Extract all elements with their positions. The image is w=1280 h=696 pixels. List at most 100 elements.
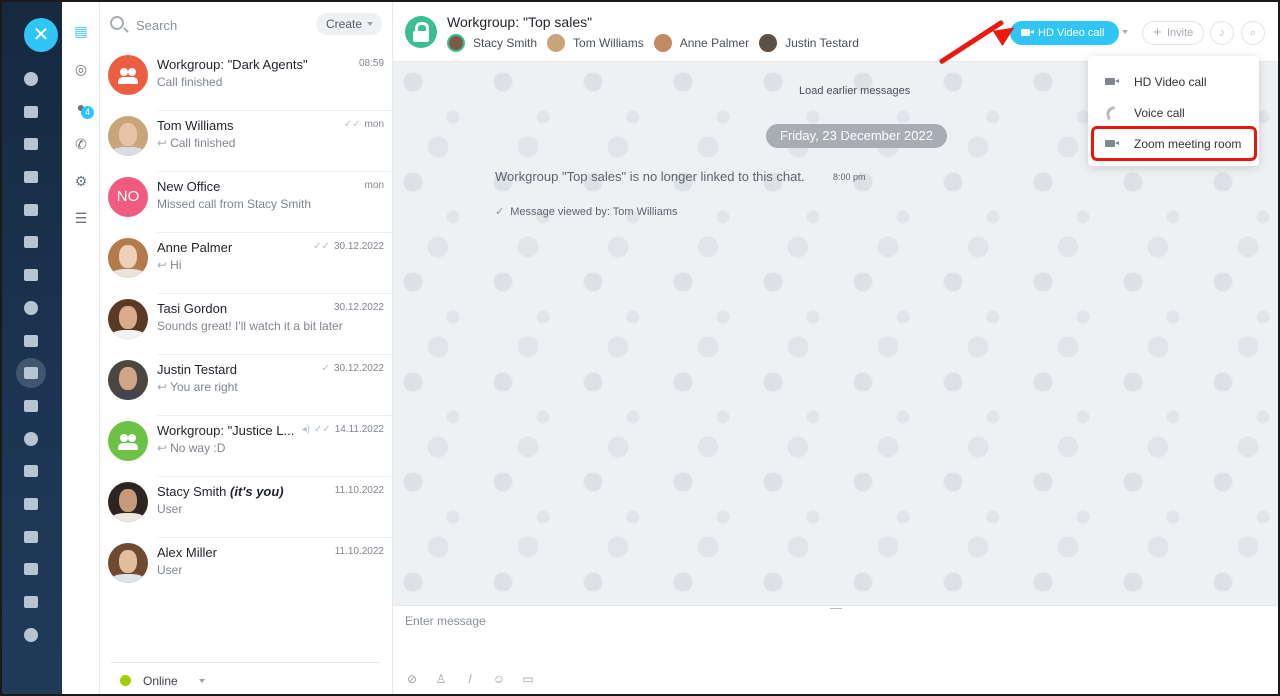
close-icon[interactable]: ✕: [24, 18, 58, 52]
list-item[interactable]: NO New Office Missed call from Stacy Smi…: [100, 172, 393, 233]
list-item[interactable]: Anne Palmer ↩ Hi ✓✓ 30.12.2022: [100, 233, 393, 294]
item-message: ↩ Hi: [157, 258, 182, 272]
chat-list-icon[interactable]: ☰: [72, 209, 90, 227]
item-name: Stacy Smith (it's you): [157, 484, 284, 499]
chat-icon[interactable]: [16, 129, 46, 159]
search-messages-icon[interactable]: ⌕: [1241, 21, 1265, 45]
list-item[interactable]: Tom Williams ↩ Call finished ✓✓ mon: [100, 111, 393, 172]
openlines-icon[interactable]: ◎: [72, 60, 90, 78]
contact-card-icon[interactable]: [16, 522, 46, 552]
read-check-icon: ✓✓: [343, 119, 361, 130]
employees-icon[interactable]: [16, 293, 46, 323]
read-check-icon: ✓✓: [313, 424, 331, 435]
reply-icon: ↩: [157, 441, 168, 455]
chat-header: Workgroup: "Top sales" Stacy Smith Tom W…: [393, 2, 1278, 62]
reply-icon: ↩: [157, 380, 168, 394]
member-list: Stacy Smith Tom Williams Anne Palmer Jus…: [447, 33, 869, 53]
robot-icon[interactable]: [16, 554, 46, 584]
item-message: Missed call from Stacy Smith: [157, 197, 312, 211]
list-item[interactable]: Stacy Smith (it's you) User 11.10.2022: [100, 477, 393, 538]
online-status-icon: [120, 675, 131, 686]
activity-icon[interactable]: [16, 64, 46, 94]
item-message: ↩ No way :D: [157, 441, 226, 455]
group-avatar: [108, 421, 148, 461]
feed-icon[interactable]: [16, 97, 46, 127]
calendar-icon[interactable]: [16, 162, 46, 192]
load-earlier-link[interactable]: Load earlier messages: [799, 85, 910, 97]
chevron-down-icon[interactable]: [16, 620, 46, 650]
signature-icon[interactable]: [16, 489, 46, 519]
item-time: 08:59: [358, 58, 384, 69]
avatar: [108, 238, 148, 278]
command-icon[interactable]: /: [463, 672, 477, 686]
search-icon: [110, 16, 124, 30]
item-name: Workgroup: "Justice L...: [157, 423, 295, 438]
member[interactable]: Justin Testard: [759, 34, 859, 52]
list-item[interactable]: Alex Miller User 11.10.2022: [100, 538, 393, 599]
item-time: mon: [364, 180, 384, 191]
item-name: Anne Palmer: [157, 240, 233, 255]
list-item[interactable]: Justin Testard ↩ You are right ✓ 30.12.202…: [100, 355, 393, 416]
message-input[interactable]: [405, 611, 1205, 631]
quote-icon[interactable]: ▭: [521, 672, 535, 686]
avatar: [759, 34, 778, 52]
search-bar: Create: [110, 12, 382, 38]
check-icon: ✓: [495, 206, 505, 218]
item-name: New Office: [157, 179, 221, 194]
date-separator: Friday, 23 December 2022: [766, 124, 947, 148]
bell-icon[interactable]: ♪: [1210, 21, 1234, 45]
document-icon[interactable]: [16, 195, 46, 225]
list-item[interactable]: Workgroup: "Justice L... ↩ No way :D ◂) ✓✓…: [100, 416, 393, 477]
box-icon[interactable]: [16, 587, 46, 617]
cart-icon[interactable]: [16, 456, 46, 486]
item-time: 11.10.2022: [334, 485, 384, 496]
group-avatar: [108, 55, 148, 95]
crm-icon[interactable]: [16, 358, 46, 389]
create-button[interactable]: Create: [316, 13, 382, 35]
app-rail: ✕: [2, 2, 62, 694]
read-check-icon: ✓: [321, 363, 330, 374]
app-window: ✕ ▤ ◎ ● 4 ✆ ⚙ ☰ Search Create Workgroup:…: [0, 0, 1280, 696]
avatar: [447, 34, 465, 52]
messenger-nav: ▤ ◎ ● 4 ✆ ⚙ ☰: [62, 2, 100, 694]
item-message: User: [157, 502, 183, 516]
status-selector[interactable]: Online: [110, 662, 380, 694]
item-time: ✓ 30.12.2022: [321, 363, 384, 374]
chat-list: Create Workgroup: "Dark Agents" Call fin…: [100, 2, 393, 694]
bank-icon[interactable]: [16, 391, 46, 421]
item-time: 11.10.2022: [334, 546, 384, 557]
lock-icon: [405, 16, 437, 48]
phone-icon[interactable]: ✆: [72, 135, 90, 153]
chevron-down-icon[interactable]: [1122, 30, 1128, 34]
member[interactable]: Anne Palmer: [653, 34, 749, 52]
chats-icon[interactable]: ▤: [72, 22, 90, 40]
phone-icon: [1104, 105, 1118, 121]
invite-button[interactable]: Invite: [1142, 21, 1204, 45]
message-time: 8:00 pm: [833, 172, 866, 182]
smile-icon[interactable]: ☺: [492, 672, 506, 686]
read-check-icon: ✓✓: [313, 241, 330, 252]
hd-video-call-button[interactable]: HD Video call: [1010, 21, 1119, 45]
attach-icon[interactable]: ⊘: [405, 672, 419, 686]
list-item[interactable]: Tasi Gordon Sounds great! I'll watch it …: [100, 294, 393, 355]
search-input[interactable]: [136, 14, 286, 36]
user-icon[interactable]: ♙: [434, 672, 448, 686]
menu-item-hd-video-call[interactable]: HD Video call: [1088, 69, 1259, 95]
target-icon[interactable]: [16, 424, 46, 454]
chevron-down-icon: [199, 679, 205, 683]
rail-icons: [16, 64, 50, 652]
chat-title[interactable]: Workgroup: "Top sales": [447, 14, 592, 30]
mail-icon[interactable]: [16, 260, 46, 290]
menu-item-voice-call[interactable]: Voice call: [1088, 100, 1259, 126]
highlight-box: [1091, 126, 1257, 161]
settings-icon[interactable]: ⚙: [72, 172, 90, 190]
item-name: Workgroup: "Dark Agents": [157, 57, 308, 72]
item-time: 30.12.2022: [333, 302, 384, 313]
list-item[interactable]: Workgroup: "Dark Agents" Call finished 0…: [100, 50, 393, 111]
item-message: ↩ Call finished: [157, 136, 236, 150]
item-name: Tom Williams: [157, 118, 234, 133]
member[interactable]: Stacy Smith: [447, 34, 537, 52]
tasks-icon[interactable]: [16, 326, 46, 356]
drive-icon[interactable]: [16, 227, 46, 257]
member[interactable]: Tom Williams: [547, 34, 644, 52]
